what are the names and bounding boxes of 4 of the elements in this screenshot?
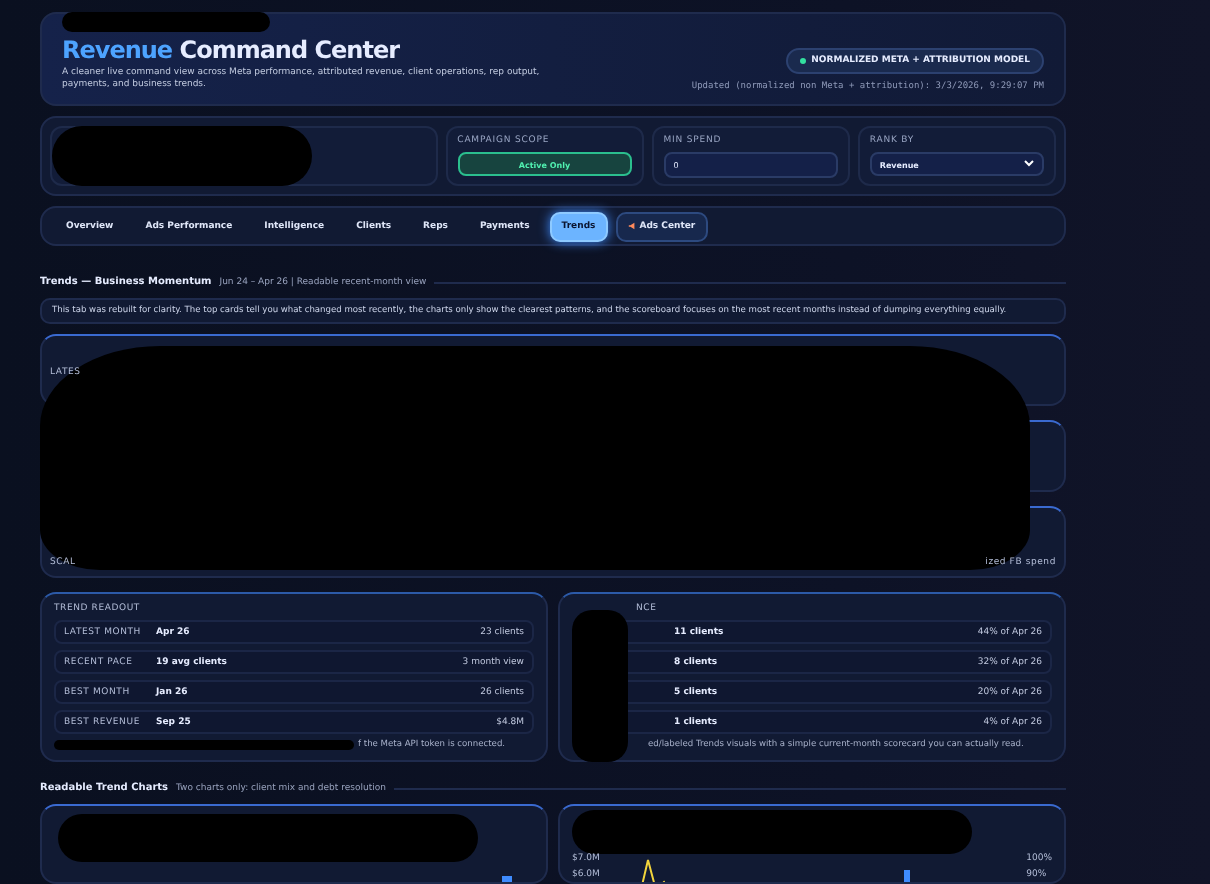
status-dot-icon [799,58,806,64]
page-title: Revenue Command Center [62,36,402,65]
megaphone-icon [627,222,636,230]
chevron-icon [1023,160,1034,168]
